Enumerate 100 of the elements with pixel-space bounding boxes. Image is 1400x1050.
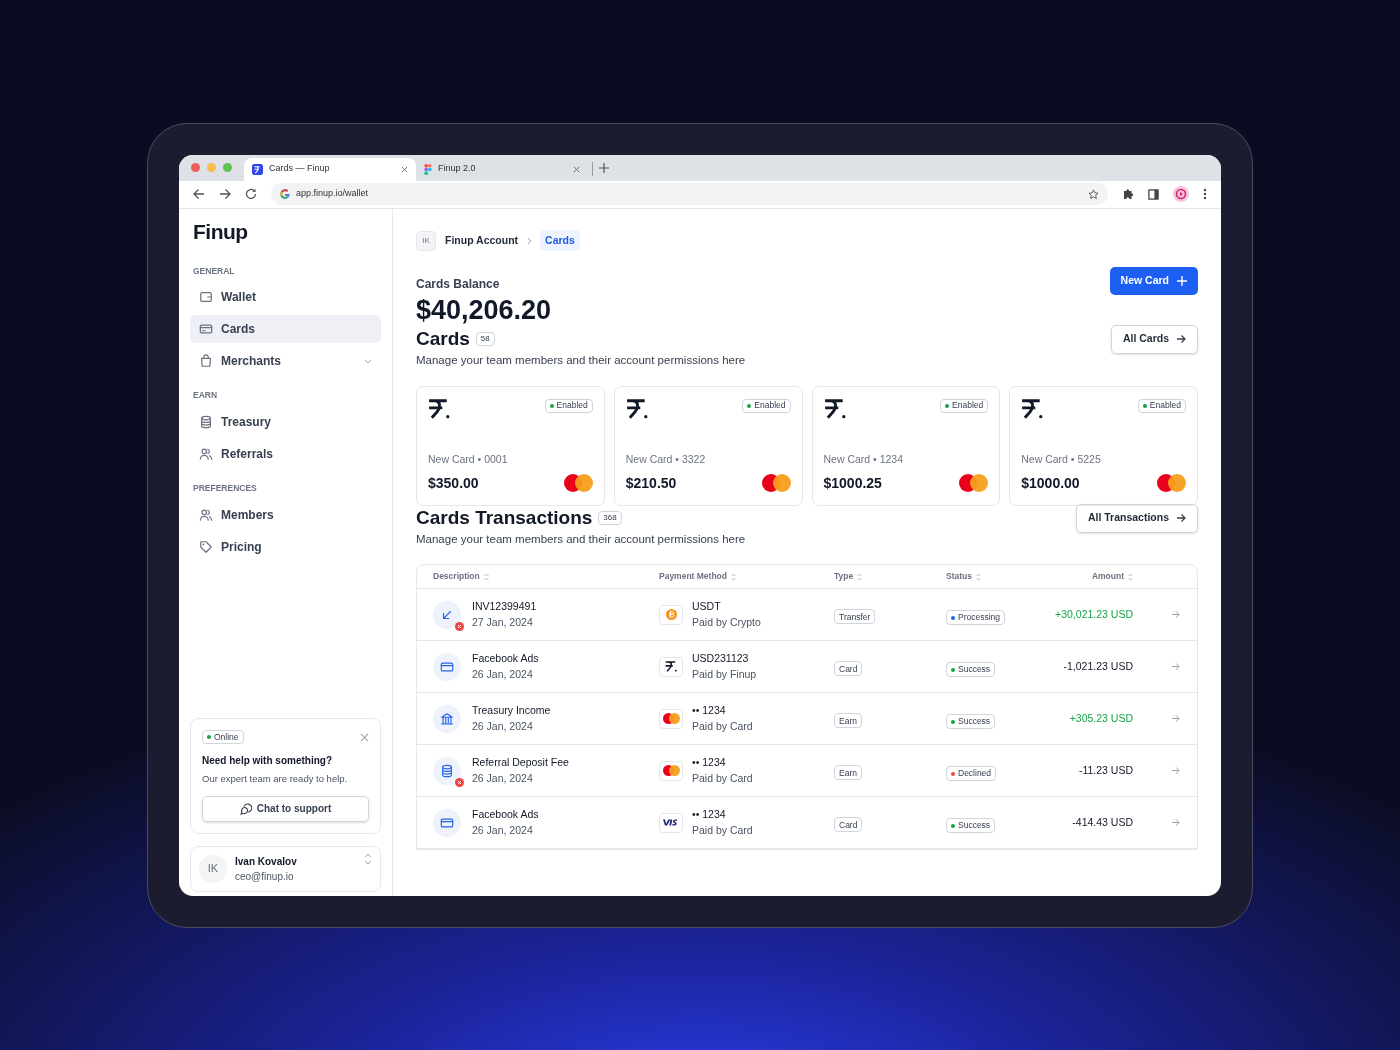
more-icon[interactable] — [1203, 188, 1207, 200]
column-header[interactable]: Status — [946, 570, 1041, 583]
database-icon — [199, 415, 213, 429]
payment-method: •• 1234 — [692, 754, 727, 770]
online-badge: Online — [202, 730, 244, 745]
user-card[interactable]: IK Ivan Kovalov ceo@finup.io — [190, 845, 381, 892]
transaction-row[interactable]: Facebook Ads 26 Jan, 2024 •• 1234 Paid by Card Card Success -414.43 USD — [417, 797, 1197, 849]
browser-tab[interactable]: Finup 2.0 — [416, 157, 588, 181]
transaction-description: Treasury Income — [472, 702, 551, 718]
finup-icon — [665, 661, 677, 672]
sort-icon — [483, 572, 489, 581]
back-icon[interactable] — [193, 188, 205, 200]
arrow-right-icon[interactable] — [1170, 714, 1180, 723]
status-badge: Enabled — [1137, 398, 1186, 413]
close-icon[interactable] — [360, 732, 369, 742]
user-name: Ivan Kovalov — [235, 854, 298, 869]
section-heading: GENERAL — [192, 264, 236, 278]
transaction-description: Facebook Ads — [472, 650, 539, 666]
close-tab-icon[interactable] — [573, 165, 580, 173]
card-amount: $1000.25 — [823, 473, 882, 493]
sidebar-item[interactable]: Treasury — [190, 408, 381, 436]
card-tile[interactable]: Enabled New Card • 0001 $350.00 — [416, 385, 605, 506]
column-header[interactable]: Payment Method — [659, 570, 834, 583]
arrow-right-icon[interactable] — [1170, 766, 1180, 775]
close-window-button[interactable] — [191, 163, 200, 172]
extensions-icon[interactable] — [1122, 188, 1134, 200]
arrow-right-icon[interactable] — [1170, 610, 1180, 619]
transaction-row[interactable]: Referral Deposit Fee 26 Jan, 2024 •• 1234 Paid by Card Earn Declined -11.23 USD — [417, 745, 1197, 797]
column-header[interactable]: Amount — [1041, 570, 1133, 583]
transaction-date: 26 Jan, 2024 — [472, 770, 534, 786]
transaction-date: 27 Jan, 2024 — [472, 614, 534, 630]
transaction-date: 26 Jan, 2024 — [472, 718, 534, 734]
card-tile[interactable]: Enabled New Card • 1234 $1000.25 — [811, 385, 1001, 506]
type-badge: Card — [834, 817, 863, 833]
tag-icon — [199, 539, 213, 554]
section-heading: PREFERENCES — [192, 482, 258, 495]
arrow-right-icon[interactable] — [1170, 818, 1180, 827]
card-amount: $350.00 — [428, 473, 479, 493]
sidebar-item[interactable]: Wallet — [190, 283, 381, 312]
payment-source: Paid by Card — [692, 718, 753, 734]
payment-method: •• 1234 — [692, 702, 727, 718]
users-icon — [199, 447, 213, 461]
all-transactions-button[interactable]: All Transactions — [1075, 503, 1198, 533]
card-logo-icon — [428, 398, 450, 419]
breadcrumb-link[interactable]: Finup Account — [444, 230, 520, 251]
status-badge: Enabled — [544, 398, 593, 413]
profile-avatar-icon[interactable] — [1173, 186, 1189, 202]
card-tile[interactable]: Enabled New Card • 3322 $210.50 — [613, 385, 803, 506]
section-heading: EARN — [192, 389, 219, 402]
sidebar-item[interactable]: Cards — [190, 315, 381, 344]
column-header[interactable]: Type — [834, 570, 946, 583]
transaction-date: 26 Jan, 2024 — [472, 666, 534, 682]
close-tab-icon[interactable] — [401, 165, 408, 173]
sidebar-item[interactable]: Members — [190, 500, 381, 529]
arrow-right-icon[interactable] — [1170, 662, 1180, 671]
transaction-amount: +305.23 USD — [1068, 710, 1133, 726]
card-name: New Card • 3322 — [625, 452, 707, 467]
sidebar-item[interactable]: Pricing — [190, 532, 381, 561]
section-title: Cards — [416, 326, 470, 351]
card-logo-icon — [823, 398, 846, 419]
bookmark-star-icon[interactable] — [1088, 188, 1099, 200]
new-tab-icon[interactable] — [599, 162, 609, 173]
transaction-row[interactable]: INV12399491 27 Jan, 2024 USDT Paid by Crypto Transfer Processing +30,021.23 USD — [417, 589, 1197, 641]
bitcoin-icon — [665, 609, 677, 620]
section-subtitle: Manage your team members and their account permissions here — [416, 352, 746, 368]
card-amount: $210.50 — [625, 473, 677, 493]
card-tile[interactable]: Enabled New Card • 5225 $1000.00 — [1009, 385, 1198, 506]
coins-icon — [440, 763, 454, 778]
address-bar[interactable]: app.finup.io/wallet — [271, 183, 1108, 205]
payment-method: USD231123 — [692, 650, 750, 666]
status-badge: Declined — [946, 766, 997, 781]
chevron-up-down-icon[interactable] — [364, 852, 372, 865]
transaction-row[interactable]: Treasury Income 26 Jan, 2024 •• 1234 Paid by Card Earn Success +305.23 USD — [417, 693, 1197, 745]
chevron-down-icon — [364, 358, 372, 364]
new-card-button[interactable]: New Card — [1109, 266, 1198, 295]
account-avatar: IK — [416, 230, 436, 251]
side-panel-icon[interactable] — [1148, 188, 1159, 200]
payment-source: Paid by Card — [692, 770, 753, 786]
reload-icon[interactable] — [245, 188, 257, 200]
transaction-amount: -11.23 USD — [1077, 762, 1133, 778]
section-title: Cards Transactions — [416, 505, 593, 530]
help-text: Our expert team are ready to help. — [202, 772, 349, 787]
browser-tab[interactable]: Cards — Finup — [244, 157, 416, 181]
all-cards-button[interactable]: All Cards — [1110, 324, 1198, 354]
chat-support-button[interactable]: Chat to support — [202, 795, 369, 822]
type-badge: Earn — [834, 765, 862, 781]
figma-icon — [424, 163, 432, 175]
type-badge: Card — [834, 661, 863, 677]
breadcrumb-link[interactable]: Cards — [540, 230, 580, 251]
type-badge: Earn — [834, 713, 862, 729]
credit-card-icon — [440, 815, 454, 830]
app-favicon — [252, 163, 263, 175]
sidebar-item[interactable]: Merchants — [190, 347, 381, 376]
status-badge: Success — [946, 662, 996, 677]
sidebar-item[interactable]: Referrals — [190, 440, 381, 468]
transaction-row[interactable]: Facebook Ads 26 Jan, 2024 USD231123 Paid by Finup Card Success -1,021.23 USD — [417, 641, 1197, 693]
forward-icon[interactable] — [219, 188, 231, 200]
sort-icon — [857, 572, 863, 581]
transaction-amount: -1,021.23 USD — [1062, 658, 1133, 674]
column-header[interactable]: Description — [433, 570, 659, 583]
